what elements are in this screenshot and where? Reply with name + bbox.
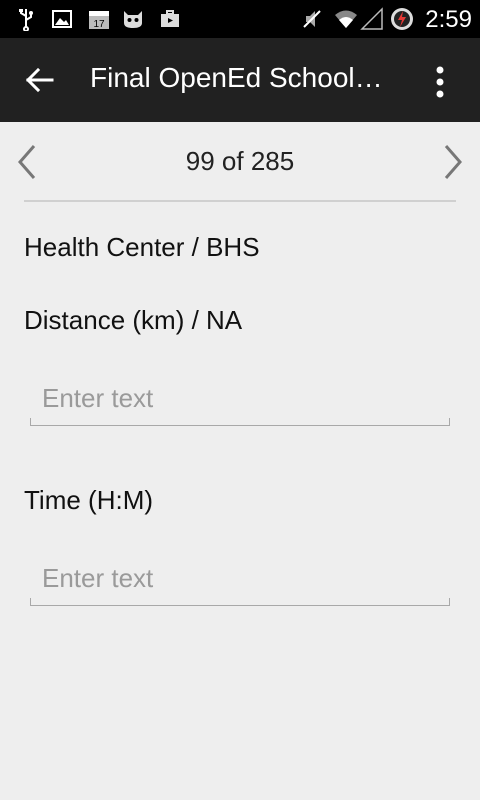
divider [24,200,456,202]
battery-charging-icon [391,8,413,30]
calendar-icon: 17 [89,11,109,30]
distance-field [30,376,450,426]
overflow-menu-button[interactable] [422,60,458,104]
time-input[interactable] [30,556,450,600]
image-icon [52,10,72,28]
form-heading: Health Center / BHS [24,232,260,262]
input-underline [30,598,450,606]
status-bar: 17 2:59 [0,0,480,38]
usb-icon [19,9,33,31]
mute-icon [303,10,321,28]
wifi-icon [335,10,357,28]
cat-icon [124,11,142,28]
input-underline [30,418,450,426]
briefcase-icon [161,10,179,27]
distance-input[interactable] [30,376,450,420]
time-field [30,556,450,606]
back-button[interactable] [22,58,62,102]
chevron-right-icon [444,145,462,179]
arrow-back-icon [25,67,54,93]
record-navigation: 99 of 285 [0,122,480,202]
svg-text:17: 17 [93,19,105,30]
action-bar: Final OpenEd School… [0,38,480,122]
screen-title: Final OpenEd School… [90,62,383,93]
next-record-button[interactable] [434,142,470,182]
record-counter: 99 of 285 [185,146,295,176]
status-time: 2:59 [425,6,472,33]
signal-icon [360,7,383,30]
more-vert-icon [436,66,444,98]
time-label: Time (H:M) [24,485,154,515]
distance-label: Distance (km) / NA [24,305,243,335]
